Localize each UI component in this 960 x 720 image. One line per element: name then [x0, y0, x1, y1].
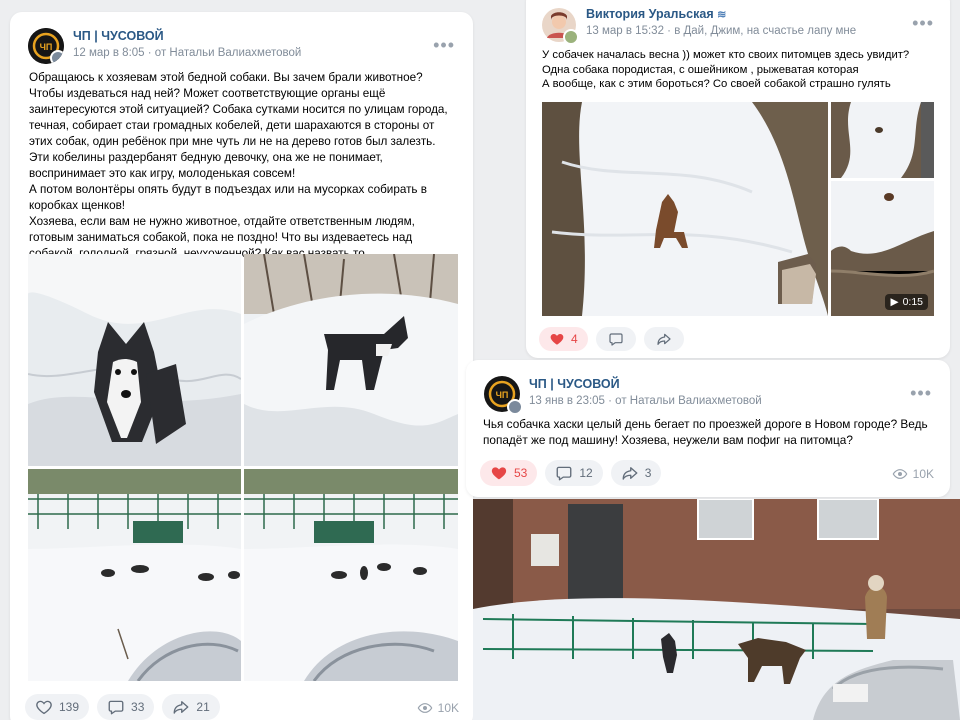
photo-husky-snow[interactable] [244, 254, 458, 466]
heart-icon [490, 464, 508, 482]
share-icon [172, 698, 190, 716]
photo-husky-closeup[interactable] [28, 254, 241, 466]
post-paragraph: Обращаюсь к хозяевам этой бедной собаки.… [29, 71, 448, 180]
sub-avatar [507, 399, 523, 415]
post-card-2: Виктория Уральская ≋ 13 мар в 15:32 · в … [526, 0, 950, 358]
eye-icon [892, 466, 908, 482]
post-actions: 4 [539, 327, 684, 351]
heart-icon [35, 698, 53, 716]
comment-button[interactable]: 12 [545, 460, 603, 486]
share-count: 21 [196, 700, 210, 714]
share-button[interactable]: 21 [162, 694, 220, 720]
community-avatar[interactable]: ЧП [484, 376, 523, 415]
post-card-1: ЧП ЧП | ЧУСОВОЙ 12 мар в 8:05 · от Натал… [10, 12, 473, 720]
views-count: 10K [912, 467, 934, 481]
video-main-frame[interactable] [542, 102, 828, 316]
heart-icon [549, 331, 565, 347]
post-paragraph: А вообще, как с этим бороться? Со своей … [542, 78, 891, 90]
views-counter: 10K [417, 700, 459, 716]
eye-icon [417, 700, 433, 716]
video-thumb-1[interactable] [831, 102, 934, 178]
post-text: Обращаюсь к хозяевам этой бедной собаки.… [29, 70, 459, 278]
comment-count: 12 [579, 466, 593, 480]
post-location[interactable]: · в Дай, Джим, на счастье лапу мне [667, 25, 856, 37]
views-count: 10K [437, 701, 459, 715]
post-date[interactable]: 13 янв в 23:05 [529, 395, 605, 407]
community-avatar[interactable]: ЧП [28, 28, 64, 64]
photo-husky-street[interactable] [473, 499, 960, 720]
share-button[interactable] [643, 327, 684, 351]
video-thumb-2[interactable]: ▶ 0:15 [831, 181, 934, 316]
like-button[interactable]: 139 [25, 694, 90, 720]
post-author[interactable]: ЧП | ЧУСОВОЙ [529, 377, 762, 391]
post-header: ЧП ЧП | ЧУСОВОЙ 12 мар в 8:05 · от Натал… [28, 28, 301, 64]
post-date[interactable]: 13 мар в 15:32 [586, 25, 664, 37]
more-options-icon[interactable]: ••• [910, 384, 932, 402]
post-actions: 53 12 3 [480, 460, 662, 486]
svg-text:ЧП: ЧП [40, 42, 53, 52]
user-avatar[interactable] [542, 8, 579, 45]
post-card-3: ЧП ЧП | ЧУСОВОЙ 13 янв в 23:05 · от Ната… [466, 360, 950, 497]
comment-button[interactable] [595, 327, 636, 351]
like-button[interactable]: 53 [480, 460, 538, 486]
post-actions: 139 33 21 [25, 694, 220, 720]
post-source: · от Натальи Валиахметовой [608, 395, 762, 407]
comment-button[interactable]: 33 [97, 694, 155, 720]
video-duration: 0:15 [902, 296, 923, 308]
post-text: У собачек началась весна )) может кто св… [542, 48, 937, 92]
post-header: Виктория Уральская ≋ 13 мар в 15:32 · в … [542, 7, 856, 45]
post-author[interactable]: ЧП | ЧУСОВОЙ [73, 29, 301, 43]
share-button[interactable]: 3 [610, 460, 662, 486]
more-options-icon[interactable]: ••• [433, 36, 455, 54]
share-icon [656, 331, 672, 347]
more-options-icon[interactable]: ••• [912, 14, 934, 32]
play-icon: ▶ [890, 296, 899, 308]
comment-icon [555, 464, 573, 482]
post-header: ЧП ЧП | ЧУСОВОЙ 13 янв в 23:05 · от Ната… [484, 376, 762, 415]
like-button[interactable]: 4 [539, 327, 588, 351]
share-icon [621, 464, 639, 482]
post-paragraph: А потом волонтёры опять будут в подъезда… [29, 183, 427, 212]
comment-icon [107, 698, 125, 716]
share-count: 3 [644, 466, 652, 480]
like-count: 139 [59, 700, 80, 714]
verified-icon: ≋ [717, 9, 727, 21]
photo-dogs-yard-2[interactable] [244, 469, 458, 681]
like-count: 53 [514, 466, 528, 480]
photo-dogs-yard-1[interactable] [28, 469, 241, 681]
post-source: · от Натальи Валиахметовой [147, 47, 302, 59]
video-duration-badge: ▶ 0:15 [885, 294, 928, 310]
post-date[interactable]: 12 мар в 8:05 [73, 47, 145, 59]
comment-count: 33 [131, 700, 145, 714]
like-count: 4 [571, 332, 578, 346]
views-counter: 10K [892, 466, 934, 482]
post-author[interactable]: Виктория Уральская ≋ [586, 7, 856, 21]
post-text: Чья собачка хаски целый день бегает по п… [483, 417, 928, 447]
svg-text:ЧП: ЧП [496, 390, 509, 400]
sub-avatar [50, 50, 64, 64]
comment-icon [608, 331, 624, 347]
sub-avatar [563, 29, 579, 45]
post-paragraph: У собачек началась весна )) может кто св… [542, 49, 910, 76]
